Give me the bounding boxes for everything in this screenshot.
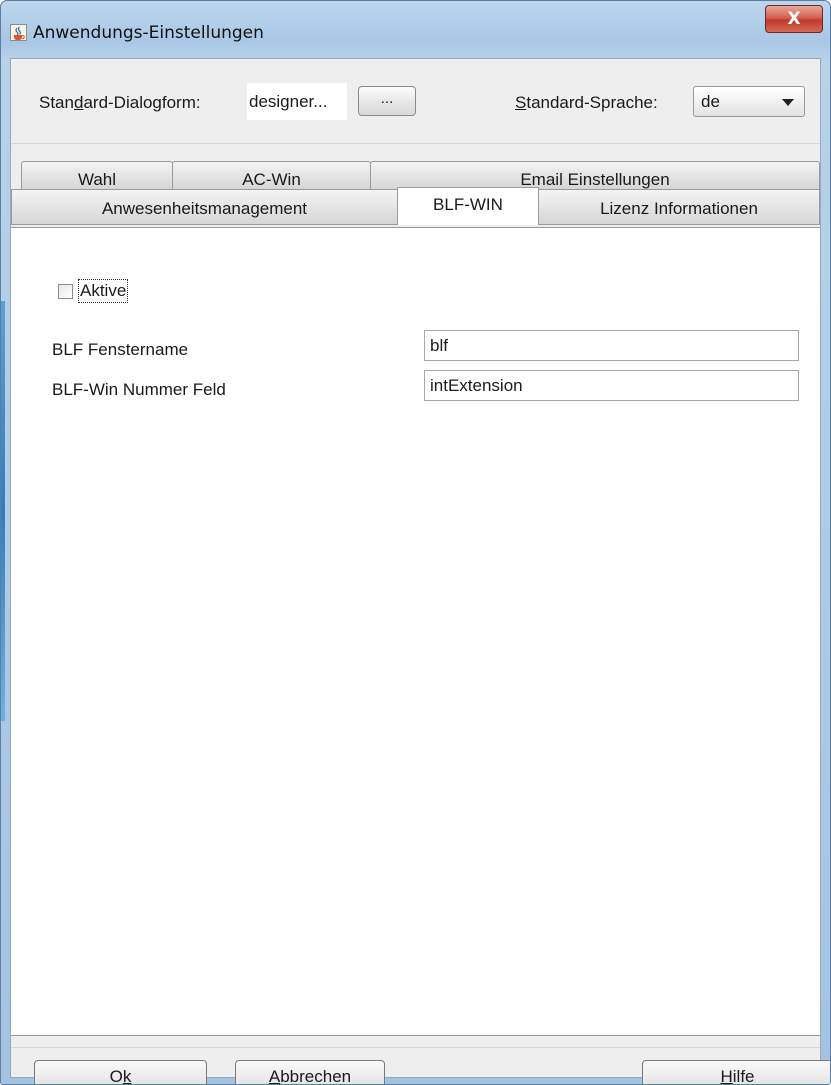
background-window-edge <box>1 301 5 721</box>
blf-win-nummer-feld-field[interactable]: intExtension <box>424 370 799 401</box>
close-button[interactable]: X <box>765 5 823 33</box>
application-settings-window: Anwendungs-Einstellungen X Standard-Dial… <box>0 0 831 1085</box>
tab-wahl[interactable]: Wahl <box>21 161 173 189</box>
help-button[interactable]: Hilfe <box>642 1060 830 1084</box>
java-cup-icon <box>10 24 27 41</box>
ok-button[interactable]: Ok <box>34 1060 207 1084</box>
default-dialog-form-field[interactable]: designer... <box>247 83 347 120</box>
window-title: Anwendungs-Einstellungen <box>33 23 264 43</box>
language-select[interactable]: de <box>693 86 805 117</box>
checkbox-box[interactable] <box>58 284 73 299</box>
tab-blf-win[interactable]: BLF-WIN <box>397 187 539 225</box>
language-select-value: de <box>701 92 720 111</box>
tab-anwesenheitsmanagement[interactable]: Anwesenheitsmanagement <box>11 189 398 225</box>
blf-win-nummer-feld-label: BLF-Win Nummer Feld <box>52 380 226 399</box>
aktive-checkbox-label[interactable]: Aktive <box>78 279 129 303</box>
bottom-divider <box>11 1047 820 1048</box>
tab-lizenz-informationen[interactable]: Lizenz Informationen <box>538 189 820 225</box>
title-bar[interactable]: Anwendungs-Einstellungen X <box>1 1 830 59</box>
browse-button[interactable]: ... <box>358 86 416 116</box>
blf-fenstername-field[interactable]: blf <box>424 330 799 361</box>
chevron-down-icon <box>782 99 794 106</box>
default-dialog-form-label: Standard-Dialogform: <box>39 93 201 112</box>
dialog-content: Standard-Dialogform: designer... ... Sta… <box>10 58 830 1084</box>
default-language-label: Standard-Sprache: <box>515 93 658 112</box>
tab-ac-win[interactable]: AC-Win <box>172 161 371 189</box>
cancel-button[interactable]: Abbrechen <box>235 1060 385 1084</box>
tab-email-einstellungen[interactable]: Email Einstellungen <box>370 161 820 189</box>
blf-fenstername-label: BLF Fenstername <box>52 340 189 359</box>
top-divider <box>11 143 820 144</box>
